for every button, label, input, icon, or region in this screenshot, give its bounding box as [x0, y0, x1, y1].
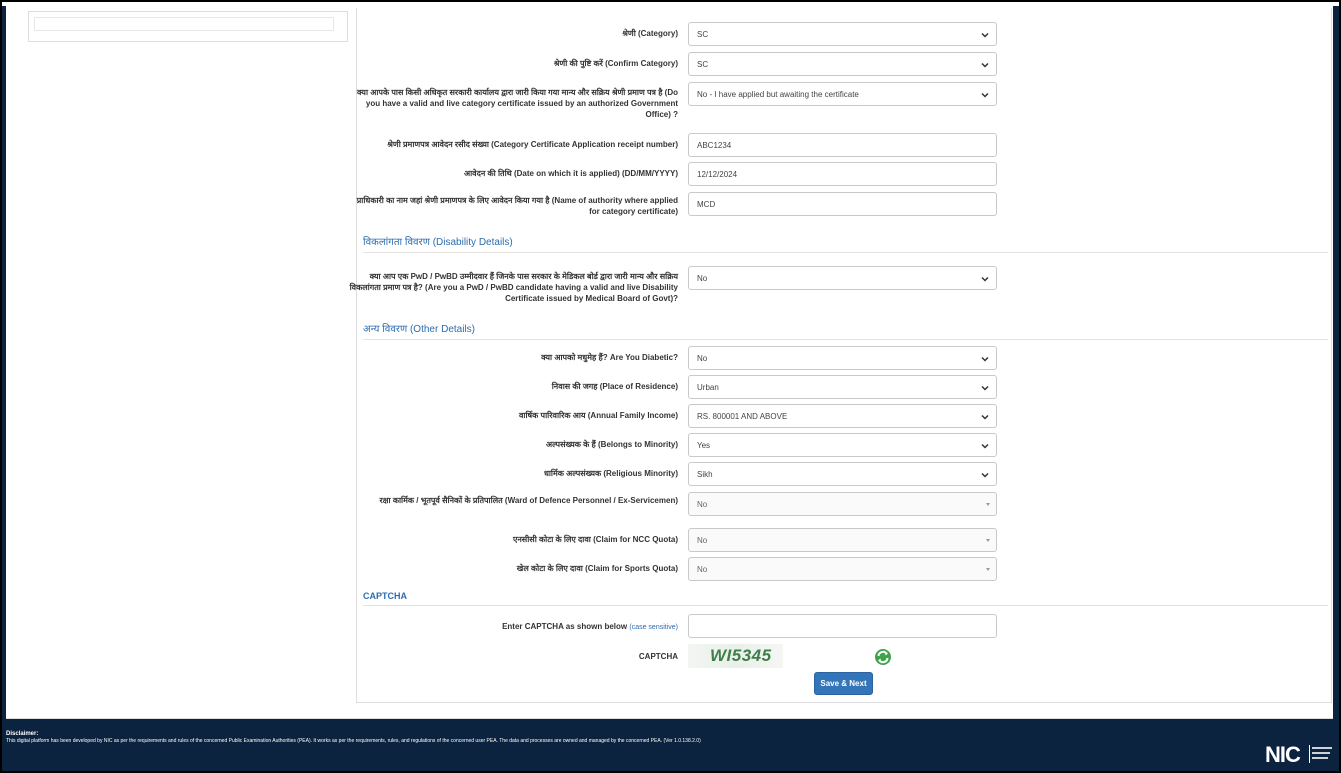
window-frame: [0, 0, 1341, 773]
